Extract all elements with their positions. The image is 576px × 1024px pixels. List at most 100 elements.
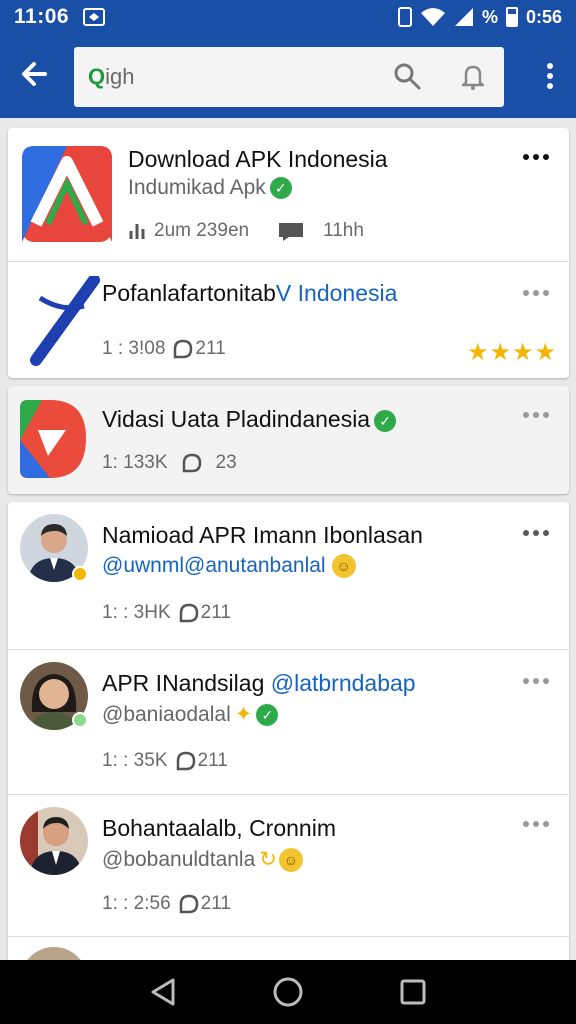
status-bar: 11:06 % 0:56	[0, 0, 576, 34]
result-meta-b: 211	[200, 602, 231, 623]
status-dot	[72, 566, 88, 582]
dot	[523, 154, 529, 160]
menu-dot	[547, 73, 553, 79]
dot	[533, 678, 539, 684]
verified-badge-icon: ✓	[256, 704, 279, 727]
result-meta: 1: : 35K 211	[102, 750, 228, 772]
result-meta-b: 11hh	[323, 220, 364, 241]
result-meta: 1: 133K 23	[102, 452, 237, 474]
back-arrow-icon	[22, 62, 47, 86]
result-handle: @bobanuldtanla	[102, 848, 256, 871]
system-nav-bar	[0, 960, 576, 1024]
result-title-accent: @latbrndabap	[270, 670, 416, 696]
notification-icon	[83, 8, 106, 26]
menu-dot	[547, 83, 553, 89]
red-green-app-icon	[20, 400, 86, 478]
comment-icon	[174, 339, 193, 359]
app-bar: Qigh	[0, 34, 576, 118]
result-handle: @uwnml@anutanbanlal	[102, 554, 326, 577]
verified-badge-icon: ✓	[374, 409, 397, 432]
nav-home-button[interactable]	[271, 975, 305, 1009]
circle-home-icon	[273, 977, 303, 1007]
flag-icon	[279, 223, 304, 241]
result-meta-b: 211	[195, 338, 226, 359]
result-title: Namioad APR Imann Ibonlasan	[102, 522, 423, 548]
back-button[interactable]	[14, 54, 54, 94]
result-title: APR INandsilag	[102, 670, 265, 696]
list-item[interactable]: APR INandsilag @latbrndabap @baniaodalal…	[8, 649, 569, 794]
search-query: Qigh	[88, 64, 134, 90]
more-options-button[interactable]	[523, 530, 551, 540]
list-item[interactable]: Vidasi Uata Pladindanesia ✓ 1: 133K 23	[8, 386, 569, 494]
battery-percent-symbol: %	[481, 6, 498, 27]
result-meta: 1: : 2:56 211	[102, 893, 231, 915]
search-query-prefix: Q	[88, 64, 106, 89]
result-meta-a: 1: 133K	[102, 452, 168, 473]
triangle-back-icon	[151, 978, 175, 1006]
dot	[523, 290, 529, 296]
result-meta-b: 211	[200, 893, 231, 914]
dot	[533, 154, 539, 160]
result-title-row: Vidasi Uata Pladindanesia ✓	[102, 406, 397, 433]
x-cross-app-icon	[30, 276, 100, 366]
emoji-icon: ☺	[278, 848, 303, 873]
status-dot	[72, 712, 88, 728]
comment-icon	[179, 894, 198, 914]
result-meta: 1 : 3!08 211	[102, 338, 226, 360]
list-item[interactable]: Bohantaalalb, Cronnim @bobanuldtanla ↻ ☺ 1…	[8, 794, 569, 936]
list-item[interactable]: PofanlafartonitabV Indonesia 1 : 3!08 21…	[8, 261, 569, 377]
result-title-accent: V Indonesia	[275, 280, 398, 306]
dot	[523, 821, 529, 827]
dot	[523, 412, 529, 418]
search-icon[interactable]	[392, 61, 422, 91]
battery-icon	[505, 7, 518, 27]
dot	[533, 290, 539, 296]
result-title: Vidasi Uata Pladindanesia	[102, 406, 371, 432]
menu-dot	[547, 63, 553, 69]
result-subtitle-row: Indumikad Apk ✓	[128, 176, 292, 200]
more-options-button[interactable]	[523, 412, 551, 422]
result-meta: 1: : 3HK 211	[102, 602, 231, 624]
dot	[523, 530, 529, 536]
result-subtitle: Indumikad Apk	[128, 176, 266, 199]
search-query-text: igh	[105, 64, 135, 89]
result-card-apps: Download APK Indonesia Indumikad Apk ✓ 2u…	[8, 128, 569, 378]
result-handle-row: @baniaodalal ✦ ✓	[102, 702, 279, 727]
result-meta-a: 2um 239en	[154, 220, 250, 241]
status-right-time: 0:56	[525, 6, 562, 27]
comment-icon	[182, 453, 201, 473]
dot	[543, 821, 549, 827]
result-meta-b: 211	[197, 750, 228, 771]
list-item[interactable]: Namioad APR Imann Ibonlasan @uwnml@anuta…	[8, 502, 569, 649]
result-handle: @baniaodalal	[102, 703, 231, 726]
result-meta-a: 1: : 2:56	[102, 893, 171, 914]
list-item[interactable]: Download APK Indonesia Indumikad Apk ✓ 2u…	[8, 128, 569, 261]
result-title-row: PofanlafartonitabV Indonesia	[102, 280, 397, 307]
dot	[533, 412, 539, 418]
nav-recents-button[interactable]	[396, 975, 430, 1009]
result-handle-row: @bobanuldtanla ↻ ☺	[102, 847, 303, 873]
bell-icon[interactable]	[458, 61, 488, 91]
search-input[interactable]: Qigh	[74, 47, 504, 107]
more-options-button[interactable]	[523, 290, 551, 300]
result-title: Download APK Indonesia	[128, 146, 388, 172]
comment-icon	[179, 603, 198, 623]
status-right: % 0:56	[397, 6, 562, 28]
downloads-icon	[129, 224, 145, 239]
signal-icon	[454, 8, 473, 26]
more-options-button[interactable]	[523, 821, 551, 831]
verified-badge-icon: ✓	[269, 177, 292, 200]
emoji-icon: ☺	[331, 554, 356, 579]
status-time: 11:06	[14, 5, 70, 28]
overflow-menu-button[interactable]	[542, 56, 558, 96]
more-options-button[interactable]	[523, 678, 551, 688]
dot	[543, 290, 549, 296]
dot	[523, 678, 529, 684]
result-meta-a: 1 : 3!08	[102, 338, 166, 359]
sparkle-icon: ↻	[259, 848, 277, 871]
dot	[543, 530, 549, 536]
result-meta-a: 1: : 35K	[102, 750, 168, 771]
more-options-button[interactable]	[523, 154, 551, 164]
wifi-icon	[420, 8, 445, 26]
nav-back-button[interactable]	[146, 975, 180, 1009]
